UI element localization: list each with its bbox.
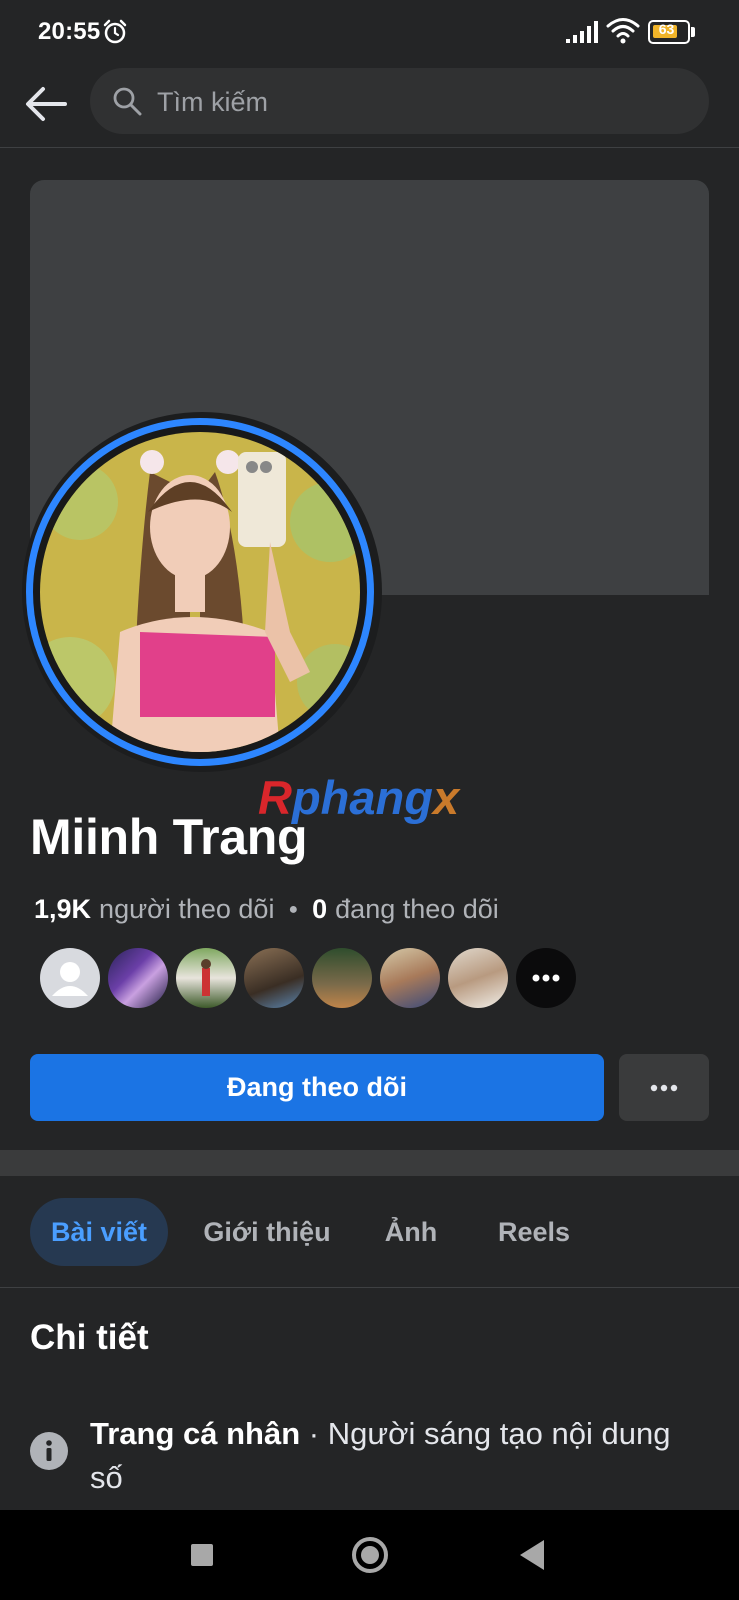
following-count: 0 [312, 894, 328, 924]
recent-apps-button[interactable] [191, 1544, 213, 1566]
more-followers-button[interactable] [516, 948, 576, 1008]
more-options-button[interactable] [619, 1054, 709, 1121]
tab-posts[interactable]: Bài viết [30, 1198, 168, 1266]
stats-separator: ● [288, 900, 299, 918]
follower-avatar[interactable] [312, 948, 372, 1008]
details-heading: Chi tiết [30, 1318, 149, 1357]
home-button[interactable] [352, 1537, 388, 1573]
follower-avatar[interactable] [40, 948, 100, 1008]
more-dots-icon [650, 1084, 678, 1091]
followers-label: người theo dõi [99, 894, 275, 924]
battery-level: 63 [658, 21, 675, 37]
followers-count: 1,9K [34, 894, 92, 924]
battery-icon: 63 [648, 20, 696, 44]
info-icon [30, 1432, 68, 1470]
follower-avatar[interactable] [244, 948, 304, 1008]
follower-avatars [40, 948, 584, 1010]
follower-avatar[interactable] [448, 948, 508, 1008]
following-button[interactable]: Đang theo dõi [30, 1054, 604, 1121]
follower-avatar[interactable] [380, 948, 440, 1008]
tab-about[interactable]: Giới thiệu [192, 1198, 342, 1266]
search-placeholder: Tìm kiếm [157, 87, 268, 117]
status-bar: 20:55 63 [0, 0, 739, 62]
tab-photos[interactable]: Ảnh [368, 1198, 454, 1266]
profile-name: Miinh Trang [30, 809, 308, 865]
default-user-icon [52, 962, 88, 996]
signal-icon [566, 21, 598, 43]
page-category: Trang cá nhân · Người sáng tạo nội dung … [90, 1416, 671, 1495]
section-divider [0, 1150, 739, 1176]
more-dots-icon [532, 974, 560, 982]
wifi-icon [606, 18, 640, 44]
profile-avatar[interactable] [40, 432, 360, 752]
profile-tabs: Bài viết Giới thiệu Ảnh Reels [0, 1176, 739, 1288]
follower-avatar[interactable] [176, 948, 236, 1008]
follow-stats[interactable]: 1,9K người theo dõi ● 0 đang theo dõi [34, 894, 499, 925]
system-navigation-bar [0, 1510, 739, 1600]
following-label: đang theo dõi [335, 894, 499, 924]
page-type-label: Trang cá nhân [90, 1416, 301, 1451]
search-input[interactable]: Tìm kiếm [90, 68, 709, 134]
alarm-icon [103, 19, 127, 44]
follower-avatar[interactable] [108, 948, 168, 1008]
status-time: 20:55 [38, 18, 101, 45]
system-back-button[interactable] [520, 1540, 544, 1570]
back-arrow-icon [26, 87, 67, 121]
back-button[interactable] [18, 76, 74, 132]
search-icon [113, 87, 142, 116]
top-bar: Tìm kiếm [0, 62, 739, 148]
tab-reels[interactable]: Reels [480, 1198, 588, 1266]
